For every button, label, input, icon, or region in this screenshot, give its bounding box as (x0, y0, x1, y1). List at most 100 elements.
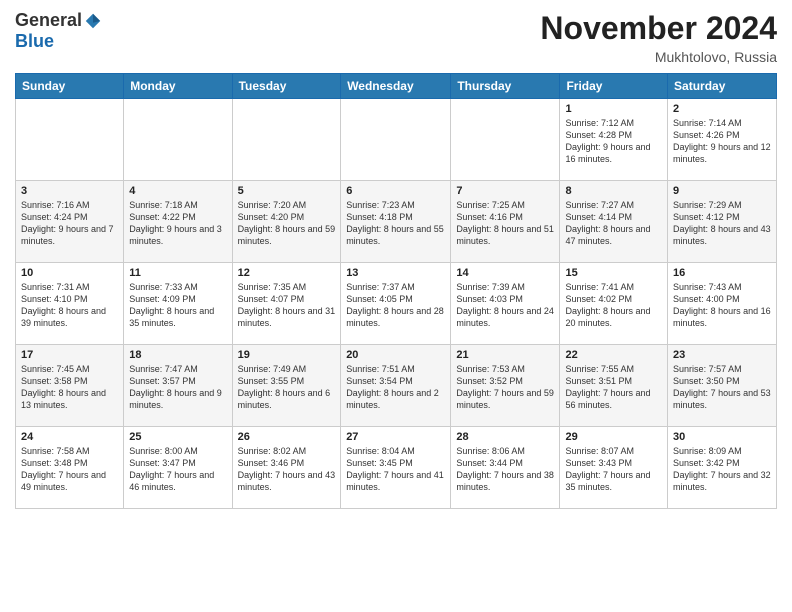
day-number: 21 (456, 349, 554, 361)
location: Mukhtolovo, Russia (540, 49, 777, 65)
day-info: Sunrise: 7:25 AM Sunset: 4:16 PM Dayligh… (456, 199, 554, 248)
day-info: Sunrise: 7:41 AM Sunset: 4:02 PM Dayligh… (565, 281, 662, 330)
table-row: 21 Sunrise: 7:53 AM Sunset: 3:52 PM Dayli… (451, 345, 560, 427)
table-row: 8 Sunrise: 7:27 AM Sunset: 4:14 PM Daylig… (560, 181, 668, 263)
col-monday: Monday (124, 74, 232, 99)
day-info: Sunrise: 7:58 AM Sunset: 3:48 PM Dayligh… (21, 445, 118, 494)
day-number: 29 (565, 431, 662, 443)
day-number: 4 (129, 185, 226, 197)
day-info: Sunrise: 7:47 AM Sunset: 3:57 PM Dayligh… (129, 363, 226, 412)
table-row: 7 Sunrise: 7:25 AM Sunset: 4:16 PM Daylig… (451, 181, 560, 263)
table-row: 14 Sunrise: 7:39 AM Sunset: 4:03 PM Dayli… (451, 263, 560, 345)
day-number: 26 (238, 431, 336, 443)
table-row (341, 99, 451, 181)
day-info: Sunrise: 7:29 AM Sunset: 4:12 PM Dayligh… (673, 199, 771, 248)
day-info: Sunrise: 7:43 AM Sunset: 4:00 PM Dayligh… (673, 281, 771, 330)
day-number: 13 (346, 267, 445, 279)
logo-blue: Blue (15, 31, 54, 51)
table-row: 26 Sunrise: 8:02 AM Sunset: 3:46 PM Dayli… (232, 427, 341, 509)
day-number: 28 (456, 431, 554, 443)
day-info: Sunrise: 8:04 AM Sunset: 3:45 PM Dayligh… (346, 445, 445, 494)
day-number: 23 (673, 349, 771, 361)
calendar-week-2: 10 Sunrise: 7:31 AM Sunset: 4:10 PM Dayli… (16, 263, 777, 345)
day-number: 19 (238, 349, 336, 361)
day-number: 2 (673, 103, 771, 115)
table-row: 12Sunrise: 7:35 AM Sunset: 4:07 PM Dayli… (232, 263, 341, 345)
day-info: Sunrise: 7:23 AM Sunset: 4:18 PM Dayligh… (346, 199, 445, 248)
day-number: 10 (21, 267, 118, 279)
table-row: 28 Sunrise: 8:06 AM Sunset: 3:44 PM Dayli… (451, 427, 560, 509)
col-sunday: Sunday (16, 74, 124, 99)
calendar-header-row: Sunday Monday Tuesday Wednesday Thursday… (16, 74, 777, 99)
table-row: 23 Sunrise: 7:57 AM Sunset: 3:50 PM Dayli… (668, 345, 777, 427)
day-number: 8 (565, 185, 662, 197)
day-number: 17 (21, 349, 118, 361)
calendar: Sunday Monday Tuesday Wednesday Thursday… (15, 73, 777, 509)
month-title: November 2024 (540, 10, 777, 47)
day-info: Sunrise: 7:49 AM Sunset: 3:55 PM Dayligh… (238, 363, 336, 412)
table-row: 20 Sunrise: 7:51 AM Sunset: 3:54 PM Dayli… (341, 345, 451, 427)
col-saturday: Saturday (668, 74, 777, 99)
table-row: 6 Sunrise: 7:23 AM Sunset: 4:18 PM Daylig… (341, 181, 451, 263)
day-info: Sunrise: 8:09 AM Sunset: 3:42 PM Dayligh… (673, 445, 771, 494)
day-info: Sunrise: 7:14 AM Sunset: 4:26 PM Dayligh… (673, 117, 771, 166)
day-number: 7 (456, 185, 554, 197)
title-block: November 2024 Mukhtolovo, Russia (540, 10, 777, 65)
day-number: 30 (673, 431, 771, 443)
table-row: 24Sunrise: 7:58 AM Sunset: 3:48 PM Dayli… (16, 427, 124, 509)
day-number: 3 (21, 185, 118, 197)
day-number: 18 (129, 349, 226, 361)
day-info: Sunrise: 7:12 AM Sunset: 4:28 PM Dayligh… (565, 117, 662, 166)
day-info: Sunrise: 7:45 AM Sunset: 3:58 PM Dayligh… (21, 363, 118, 412)
table-row: 3 Sunrise: 7:16 AM Sunset: 4:24 PM Daylig… (16, 181, 124, 263)
table-row: 19 Sunrise: 7:49 AM Sunset: 3:55 PM Dayli… (232, 345, 341, 427)
calendar-week-0: 1 Sunrise: 7:12 AM Sunset: 4:28 PM Daylig… (16, 99, 777, 181)
table-row: 5 Sunrise: 7:20 AM Sunset: 4:20 PM Daylig… (232, 181, 341, 263)
calendar-week-3: 17 Sunrise: 7:45 AM Sunset: 3:58 PM Dayli… (16, 345, 777, 427)
day-number: 12 (238, 267, 336, 279)
day-number: 1 (565, 103, 662, 115)
table-row: 29Sunrise: 8:07 AM Sunset: 3:43 PM Dayli… (560, 427, 668, 509)
day-info: Sunrise: 7:55 AM Sunset: 3:51 PM Dayligh… (565, 363, 662, 412)
day-info: Sunrise: 7:39 AM Sunset: 4:03 PM Dayligh… (456, 281, 554, 330)
table-row (124, 99, 232, 181)
day-number: 9 (673, 185, 771, 197)
day-number: 27 (346, 431, 445, 443)
day-info: Sunrise: 7:53 AM Sunset: 3:52 PM Dayligh… (456, 363, 554, 412)
table-row: 16Sunrise: 7:43 AM Sunset: 4:00 PM Dayli… (668, 263, 777, 345)
calendar-week-4: 24Sunrise: 7:58 AM Sunset: 3:48 PM Dayli… (16, 427, 777, 509)
day-number: 14 (456, 267, 554, 279)
table-row: 25 Sunrise: 8:00 AM Sunset: 3:47 PM Dayli… (124, 427, 232, 509)
col-tuesday: Tuesday (232, 74, 341, 99)
logo-text: General (15, 10, 102, 31)
day-info: Sunrise: 7:51 AM Sunset: 3:54 PM Dayligh… (346, 363, 445, 412)
table-row: 1 Sunrise: 7:12 AM Sunset: 4:28 PM Daylig… (560, 99, 668, 181)
table-row: 22 Sunrise: 7:55 AM Sunset: 3:51 PM Dayli… (560, 345, 668, 427)
day-info: Sunrise: 7:31 AM Sunset: 4:10 PM Dayligh… (21, 281, 118, 330)
day-number: 20 (346, 349, 445, 361)
day-number: 6 (346, 185, 445, 197)
day-info: Sunrise: 8:06 AM Sunset: 3:44 PM Dayligh… (456, 445, 554, 494)
col-friday: Friday (560, 74, 668, 99)
table-row: 15 Sunrise: 7:41 AM Sunset: 4:02 PM Dayli… (560, 263, 668, 345)
day-number: 25 (129, 431, 226, 443)
day-number: 5 (238, 185, 336, 197)
day-info: Sunrise: 7:20 AM Sunset: 4:20 PM Dayligh… (238, 199, 336, 248)
day-number: 15 (565, 267, 662, 279)
table-row: 11Sunrise: 7:33 AM Sunset: 4:09 PM Dayli… (124, 263, 232, 345)
calendar-week-1: 3 Sunrise: 7:16 AM Sunset: 4:24 PM Daylig… (16, 181, 777, 263)
day-info: Sunrise: 7:27 AM Sunset: 4:14 PM Dayligh… (565, 199, 662, 248)
day-info: Sunrise: 7:57 AM Sunset: 3:50 PM Dayligh… (673, 363, 771, 412)
day-info: Sunrise: 8:02 AM Sunset: 3:46 PM Dayligh… (238, 445, 336, 494)
day-info: Sunrise: 7:16 AM Sunset: 4:24 PM Dayligh… (21, 199, 118, 248)
table-row: 10 Sunrise: 7:31 AM Sunset: 4:10 PM Dayli… (16, 263, 124, 345)
table-row (16, 99, 124, 181)
table-row (232, 99, 341, 181)
table-row: 27 Sunrise: 8:04 AM Sunset: 3:45 PM Dayli… (341, 427, 451, 509)
table-row: 18 Sunrise: 7:47 AM Sunset: 3:57 PM Dayli… (124, 345, 232, 427)
day-info: Sunrise: 7:33 AM Sunset: 4:09 PM Dayligh… (129, 281, 226, 330)
header: General Blue November 2024 Mukhtolovo, R… (15, 10, 777, 65)
logo-icon (84, 12, 102, 30)
day-number: 22 (565, 349, 662, 361)
day-info: Sunrise: 8:00 AM Sunset: 3:47 PM Dayligh… (129, 445, 226, 494)
